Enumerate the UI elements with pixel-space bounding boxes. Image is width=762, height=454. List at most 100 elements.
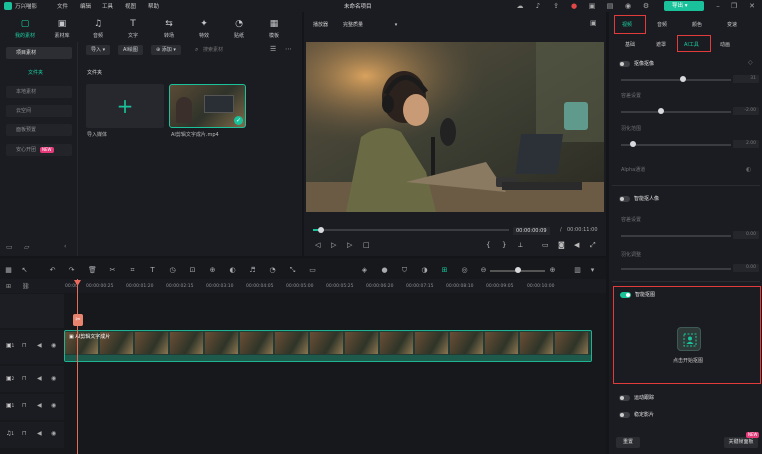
nav-cloud[interactable]: 云空间 bbox=[6, 105, 72, 117]
next-frame-icon[interactable]: ▷ bbox=[347, 241, 352, 249]
audio-mute-icon[interactable]: ◀ bbox=[37, 430, 42, 437]
tool-audio[interactable]: ♫ 音频 bbox=[83, 18, 113, 39]
audio-mute-icon[interactable]: ◀ bbox=[37, 342, 42, 349]
camera-icon[interactable]: ◙ bbox=[558, 241, 565, 249]
volume-icon[interactable]: ◀ bbox=[574, 241, 579, 249]
slider-knob[interactable] bbox=[658, 108, 664, 114]
crop-icon[interactable]: ⌗ bbox=[128, 266, 137, 275]
chroma-slider-3[interactable] bbox=[621, 144, 731, 146]
smart-cutout-toggle[interactable] bbox=[620, 292, 631, 298]
stop-icon[interactable]: □ bbox=[363, 241, 370, 249]
select-icon[interactable]: ↖ bbox=[20, 266, 29, 274]
stabilize-toggle[interactable] bbox=[619, 412, 630, 418]
add-track-icon[interactable]: ⊞ bbox=[6, 283, 11, 290]
chroma-value-3[interactable]: 2.00 bbox=[733, 140, 759, 148]
portrait-slider-1[interactable] bbox=[621, 235, 731, 237]
subtab-mask[interactable]: 遮罩 bbox=[656, 41, 666, 48]
chroma-value-2[interactable]: -2.00 bbox=[733, 107, 759, 115]
tool-my-media[interactable]: ▢ 我的素材 bbox=[10, 18, 40, 39]
audio-mute-icon[interactable]: ◀ bbox=[37, 402, 42, 409]
eye-icon[interactable]: ◉ bbox=[51, 375, 56, 382]
audio-tool-icon[interactable]: ♬ bbox=[248, 266, 257, 274]
zoom-in-icon[interactable]: ⊕ bbox=[548, 266, 557, 274]
eye-icon[interactable]: ◉ bbox=[51, 402, 56, 409]
menu-view[interactable]: 视图 bbox=[125, 2, 136, 10]
video-clip[interactable]: ▣ AI剪辑文字成片 bbox=[64, 330, 592, 362]
scissors-marker-icon[interactable]: ✂ bbox=[73, 314, 83, 326]
tab-color[interactable]: 颜色 bbox=[692, 21, 702, 28]
tool-transition[interactable]: ⇆ 转场 bbox=[154, 18, 184, 39]
start-cutout-button[interactable] bbox=[677, 327, 701, 351]
slider-knob[interactable] bbox=[630, 141, 636, 147]
menu-file[interactable]: 文件 bbox=[57, 2, 68, 10]
portrait-toggle[interactable] bbox=[619, 196, 630, 202]
nav-folder[interactable]: 文件夹 bbox=[28, 69, 43, 76]
lock-icon[interactable]: ⊓ bbox=[22, 342, 27, 349]
add-button[interactable]: ⊕ 添加 ▾ bbox=[151, 45, 181, 55]
delete-icon[interactable]: 🗑 bbox=[88, 266, 97, 274]
mic-icon[interactable]: ● bbox=[380, 266, 389, 274]
playhead[interactable] bbox=[77, 279, 78, 454]
search-input[interactable] bbox=[203, 45, 263, 55]
current-time[interactable]: 00:00:00:09 bbox=[513, 227, 550, 235]
tool-stickers[interactable]: ◔ 贴纸 bbox=[224, 18, 254, 39]
portrait-slider-2[interactable] bbox=[621, 268, 731, 270]
reset-button[interactable]: 重置 bbox=[616, 437, 640, 448]
player-tab[interactable]: 播放器 bbox=[313, 21, 328, 28]
timer-icon[interactable]: ◔ bbox=[268, 266, 277, 274]
share-icon[interactable]: ⇪ bbox=[552, 2, 560, 10]
tool-library[interactable]: ▣ 素材库 bbox=[47, 18, 77, 39]
link-track-icon[interactable]: ⛓ bbox=[22, 283, 30, 290]
eye-icon[interactable]: ◉ bbox=[51, 342, 56, 349]
tab-speed[interactable]: 变速 bbox=[727, 21, 737, 28]
ai-icon[interactable]: ◎ bbox=[460, 266, 469, 274]
eye-icon[interactable]: ◉ bbox=[51, 430, 56, 437]
tab-audio[interactable]: 音频 bbox=[657, 21, 667, 28]
user-icon[interactable]: ◉ bbox=[624, 2, 632, 10]
preview-scrubber[interactable] bbox=[313, 229, 509, 231]
bell-icon[interactable]: ♪ bbox=[534, 2, 542, 10]
snapshot-tool-icon[interactable]: ▭ bbox=[308, 266, 317, 274]
nav-group[interactable]: 安心开团 NEW bbox=[6, 144, 72, 156]
nav-local[interactable]: 本地素材 bbox=[6, 86, 72, 98]
record-icon[interactable]: ● bbox=[570, 2, 578, 10]
zoom-out-icon[interactable]: ⊖ bbox=[479, 266, 488, 274]
lock-icon[interactable]: ⊓ bbox=[22, 430, 27, 437]
shield-icon[interactable]: ⛉ bbox=[400, 266, 409, 275]
quality-select[interactable]: 完整质量 ▾ bbox=[343, 21, 397, 28]
filter-icon[interactable]: ☰ bbox=[270, 45, 276, 53]
portrait-value-2[interactable]: 0.00 bbox=[733, 264, 759, 272]
export-button[interactable]: 导出 ▾ bbox=[664, 1, 704, 11]
import-media-tile[interactable]: + bbox=[86, 84, 164, 128]
nav-project-media[interactable]: 项目素材 bbox=[6, 47, 72, 59]
chroma-toggle[interactable] bbox=[619, 61, 630, 67]
menu-tools[interactable]: 工具 bbox=[102, 2, 113, 10]
fit-icon[interactable]: ⟂ bbox=[518, 241, 523, 250]
marker-icon[interactable]: ◈ bbox=[360, 266, 369, 274]
tool-effects[interactable]: ✦ 特效 bbox=[189, 18, 219, 39]
redo-icon[interactable]: ↷ bbox=[67, 266, 76, 274]
lock-icon[interactable]: ⊓ bbox=[22, 375, 27, 382]
slider-knob[interactable] bbox=[680, 76, 686, 82]
prev-frame-icon[interactable]: ◁ bbox=[315, 241, 320, 249]
tool-text[interactable]: T 文字 bbox=[118, 18, 148, 39]
fit-timeline-icon[interactable]: ⤡ bbox=[288, 266, 297, 275]
portrait-value-1[interactable]: 0.00 bbox=[733, 231, 759, 239]
monitor-icon[interactable]: ▭ bbox=[542, 241, 549, 249]
close-icon[interactable]: ✕ bbox=[748, 2, 756, 10]
fullscreen-icon[interactable]: ⤢ bbox=[590, 241, 596, 250]
lock-icon[interactable]: ⊓ bbox=[22, 402, 27, 409]
settings-icon[interactable]: ⚙ bbox=[642, 2, 650, 10]
cut-icon[interactable]: ✂ bbox=[108, 266, 117, 274]
nav-presets[interactable]: 面板预置 bbox=[6, 124, 72, 136]
snapshot-icon[interactable]: ▣ bbox=[590, 19, 597, 27]
media-thumbnail[interactable]: ✓ bbox=[169, 84, 246, 128]
minimize-icon[interactable]: – bbox=[714, 2, 722, 10]
scrubber-handle[interactable] bbox=[318, 227, 324, 233]
collapse-icon[interactable]: ‹ bbox=[64, 243, 66, 250]
link-icon[interactable]: ⊞ bbox=[440, 266, 449, 274]
tool-templates[interactable]: ▦ 模板 bbox=[259, 18, 289, 39]
zoom-knob[interactable] bbox=[515, 267, 521, 273]
gift-icon[interactable]: ▣ bbox=[588, 2, 596, 10]
ai-image-button[interactable]: AI绘图 bbox=[118, 45, 143, 55]
